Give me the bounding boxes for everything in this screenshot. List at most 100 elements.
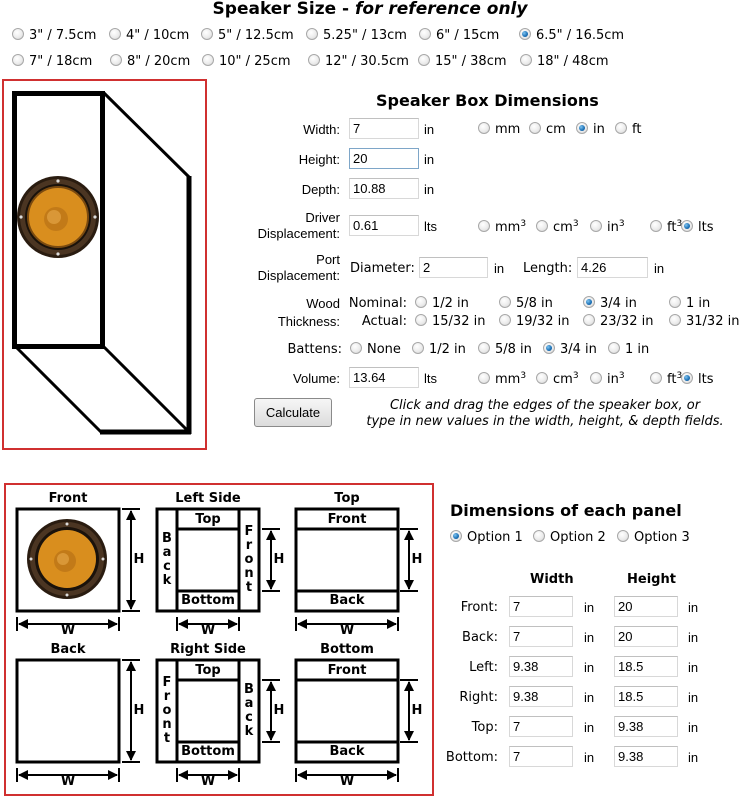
radio-button[interactable] (478, 122, 490, 134)
length-unit-option[interactable]: cm (529, 122, 566, 137)
height-input[interactable]: 20 (349, 148, 419, 169)
radio-button[interactable] (478, 372, 490, 384)
radio-button[interactable] (519, 28, 531, 40)
radio-button[interactable] (306, 28, 318, 40)
speaker-size-option[interactable]: 10" / 25cm (202, 54, 291, 69)
radio-button[interactable] (576, 122, 588, 134)
radio-button[interactable] (110, 54, 122, 66)
panel-width-input[interactable]: 7 (509, 626, 573, 647)
battens-option[interactable]: 3/4 in (543, 342, 597, 357)
volume-input[interactable]: 13.64 (349, 367, 419, 388)
speaker-size-option[interactable]: 6" / 15cm (419, 28, 499, 43)
volume-unit-option[interactable]: lts (681, 372, 713, 387)
battens-option[interactable]: None (350, 342, 401, 357)
radio-button[interactable] (608, 342, 620, 354)
radio-button[interactable] (583, 314, 595, 326)
radio-button[interactable] (415, 314, 427, 326)
wood-actual-option[interactable]: 19/32 in (499, 314, 569, 329)
radio-button[interactable] (590, 220, 602, 232)
radio-button[interactable] (536, 372, 548, 384)
driver-displacement-input[interactable]: 0.61 (349, 215, 419, 236)
length-unit-option[interactable]: mm (478, 122, 520, 137)
battens-option[interactable]: 5/8 in (478, 342, 532, 357)
port-length-input[interactable]: 4.26 (577, 257, 648, 278)
speaker-size-option[interactable]: 15" / 38cm (418, 54, 507, 69)
panel-width-input[interactable]: 7 (509, 716, 573, 737)
battens-option[interactable]: 1 in (608, 342, 649, 357)
speaker-size-option[interactable]: 8" / 20cm (110, 54, 190, 69)
wood-nominal-option[interactable]: 5/8 in (499, 296, 553, 311)
calculate-button[interactable]: Calculate (254, 398, 332, 427)
width-input[interactable]: 7 (349, 118, 419, 139)
speaker-size-option[interactable]: 5.25" / 13cm (306, 28, 407, 43)
radio-button[interactable] (650, 372, 662, 384)
panel-option[interactable]: Option 2 (533, 530, 606, 545)
radio-button[interactable] (418, 54, 430, 66)
radio-button[interactable] (308, 54, 320, 66)
radio-button[interactable] (419, 28, 431, 40)
radio-button[interactable] (450, 530, 462, 542)
radio-button[interactable] (669, 296, 681, 308)
radio-button[interactable] (109, 28, 121, 40)
panel-height-input[interactable]: 20 (614, 626, 678, 647)
radio-button[interactable] (590, 372, 602, 384)
driver-unit-option[interactable]: in3 (590, 220, 625, 235)
volume-unit-option[interactable]: cm3 (536, 372, 579, 387)
speaker-box-3d-drawing[interactable] (0, 78, 210, 453)
radio-button[interactable] (583, 296, 595, 308)
panel-option[interactable]: Option 1 (450, 530, 523, 545)
panel-width-input[interactable]: 9.38 (509, 686, 573, 707)
panel-width-input[interactable]: 7 (509, 746, 573, 767)
speaker-size-option[interactable]: 18" / 48cm (520, 54, 609, 69)
radio-button[interactable] (520, 54, 532, 66)
wood-actual-option[interactable]: 23/32 in (583, 314, 653, 329)
wood-actual-option[interactable]: 31/32 in (669, 314, 739, 329)
panel-height-input[interactable]: 20 (614, 596, 678, 617)
radio-button[interactable] (543, 342, 555, 354)
radio-button[interactable] (415, 296, 427, 308)
wood-nominal-option[interactable]: 3/4 in (583, 296, 637, 311)
driver-unit-option[interactable]: cm3 (536, 220, 579, 235)
speaker-size-option[interactable]: 4" / 10cm (109, 28, 189, 43)
panel-option[interactable]: Option 3 (617, 530, 690, 545)
speaker-size-option[interactable]: 5" / 12.5cm (201, 28, 294, 43)
radio-button[interactable] (12, 28, 24, 40)
battens-option[interactable]: 1/2 in (412, 342, 466, 357)
panel-height-input[interactable]: 9.38 (614, 716, 678, 737)
radio-button[interactable] (412, 342, 424, 354)
radio-button[interactable] (478, 220, 490, 232)
radio-button[interactable] (669, 314, 681, 326)
radio-button[interactable] (650, 220, 662, 232)
radio-button[interactable] (12, 54, 24, 66)
radio-button[interactable] (202, 54, 214, 66)
radio-button[interactable] (201, 28, 213, 40)
radio-button[interactable] (529, 122, 541, 134)
driver-unit-option[interactable]: mm3 (478, 220, 526, 235)
volume-unit-option[interactable]: ft3 (650, 372, 682, 387)
radio-button[interactable] (536, 220, 548, 232)
driver-unit-option[interactable]: lts (681, 220, 713, 235)
radio-button[interactable] (681, 372, 693, 384)
radio-button[interactable] (499, 314, 511, 326)
speaker-size-option[interactable]: 12" / 30.5cm (308, 54, 409, 69)
wood-nominal-option[interactable]: 1 in (669, 296, 710, 311)
wood-actual-option[interactable]: 15/32 in (415, 314, 485, 329)
radio-button[interactable] (478, 342, 490, 354)
length-unit-option[interactable]: ft (615, 122, 641, 137)
radio-button[interactable] (617, 530, 629, 542)
driver-unit-option[interactable]: ft3 (650, 220, 682, 235)
volume-unit-option[interactable]: in3 (590, 372, 625, 387)
radio-button[interactable] (533, 530, 545, 542)
panel-height-input[interactable]: 18.5 (614, 656, 678, 677)
panel-height-input[interactable]: 9.38 (614, 746, 678, 767)
port-diameter-input[interactable]: 2 (419, 257, 488, 278)
depth-input[interactable]: 10.88 (349, 178, 419, 199)
radio-button[interactable] (615, 122, 627, 134)
radio-button[interactable] (350, 342, 362, 354)
speaker-size-option[interactable]: 3" / 7.5cm (12, 28, 96, 43)
volume-unit-option[interactable]: mm3 (478, 372, 526, 387)
speaker-size-option[interactable]: 6.5" / 16.5cm (519, 28, 624, 43)
length-unit-option[interactable]: in (576, 122, 605, 137)
panel-height-input[interactable]: 18.5 (614, 686, 678, 707)
panel-width-input[interactable]: 7 (509, 596, 573, 617)
